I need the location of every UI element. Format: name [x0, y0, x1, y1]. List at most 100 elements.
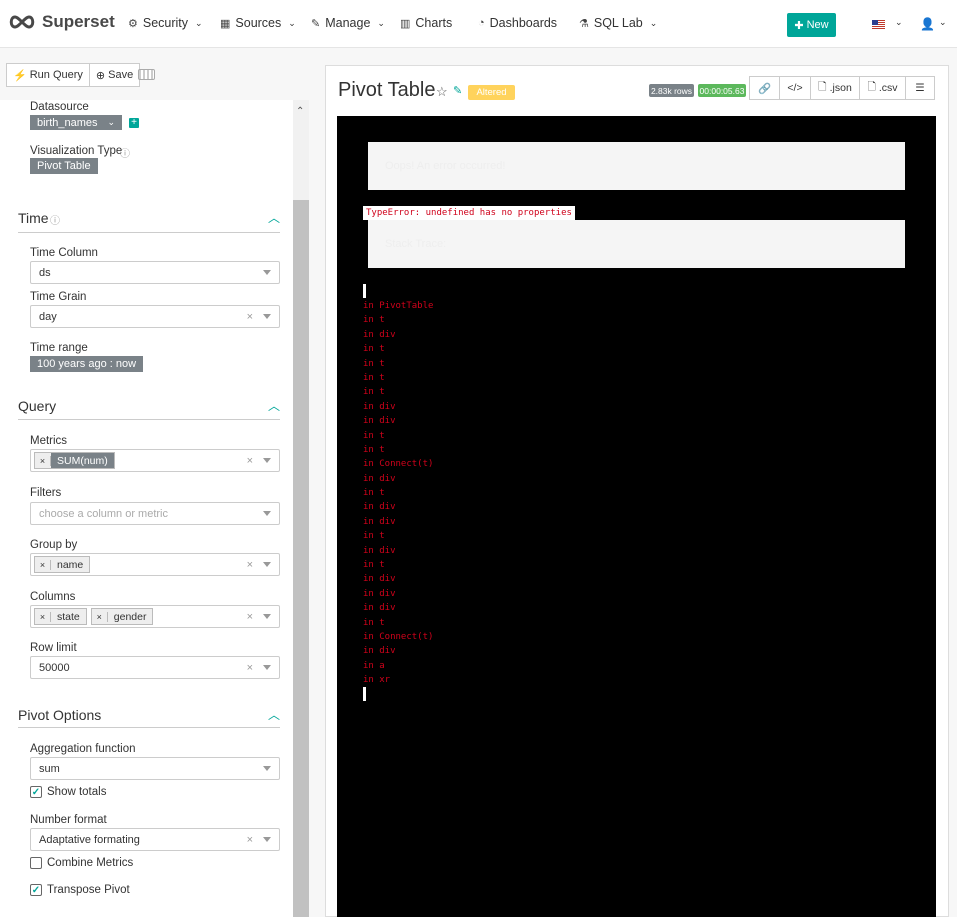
text-cursor [363, 284, 366, 298]
save-button[interactable]: ⊕ Save [88, 63, 141, 87]
columns-select[interactable]: × state × gender × [30, 605, 280, 628]
metric-chip[interactable]: × SUM(num) [34, 452, 115, 469]
show-totals-checkbox[interactable]: ✓ Show totals [30, 786, 106, 798]
transpose-pivot-label: Transpose Pivot [47, 884, 130, 896]
stack-trace-line: in div [363, 646, 396, 657]
stack-trace-line: in t [363, 344, 385, 355]
section-divider [18, 727, 280, 728]
collapse-pivot-icon[interactable]: ︿ [268, 706, 280, 723]
chart-actions: 🔗 </> 🗋 .json 🗋 .csv ☰ [749, 76, 935, 100]
chart-title[interactable]: Pivot Table [338, 79, 435, 102]
stack-trace-row: in t [363, 529, 433, 543]
export-json-label: .json [829, 82, 852, 94]
stack-trace-line: in t [363, 430, 385, 441]
filters-select[interactable]: choose a column or metric [30, 502, 280, 525]
clear-icon[interactable]: × [247, 834, 253, 846]
top-navbar: Superset ⚙ Security ⌄ ▦ Sources ⌄ ✎ Mana… [0, 0, 957, 48]
stack-trace-line: in div [363, 502, 396, 513]
export-csv-label: .csv [878, 82, 898, 94]
nav-security-menu[interactable]: ⚙ Security ⌄ [128, 16, 203, 30]
time-section-title[interactable]: Time [18, 210, 49, 226]
checkmark-icon[interactable]: ✓ [30, 884, 42, 896]
add-datasource-icon[interactable]: + [129, 118, 139, 128]
stack-trace-line: in a [363, 660, 385, 671]
stack-trace-row: in Connect(t) [363, 630, 433, 644]
time-grain-label: Time Grain [30, 291, 87, 303]
dashboard-icon: ◔ [478, 17, 485, 29]
checkbox-empty-icon[interactable] [30, 857, 42, 869]
chevron-down-icon: ⌄ [377, 17, 385, 28]
pivot-options-section-title[interactable]: Pivot Options [18, 707, 101, 723]
metrics-select[interactable]: × SUM(num) × [30, 449, 280, 472]
remove-chip-icon[interactable]: × [35, 611, 51, 622]
bolt-icon: ⚡ [13, 69, 27, 82]
scrollbar-thumb[interactable] [293, 200, 309, 917]
nav-charts-link[interactable]: ▥ Charts [400, 16, 452, 30]
export-json-button[interactable]: 🗋 .json [810, 76, 860, 100]
chevron-down-icon[interactable]: ⌄ [939, 17, 947, 28]
text-cursor [363, 687, 366, 701]
nav-dashboards-label: Dashboards [489, 16, 558, 30]
language-flag-icon[interactable] [872, 20, 885, 29]
run-query-button[interactable]: ⚡ Run Query [6, 63, 90, 87]
scroll-up-icon[interactable]: ⌃ [296, 106, 304, 117]
stack-trace-row: in t [363, 429, 433, 443]
transpose-pivot-checkbox[interactable]: ✓ Transpose Pivot [30, 884, 130, 896]
groupby-select[interactable]: × name × [30, 553, 280, 576]
time-range-value: 100 years ago : now [37, 358, 137, 370]
keyboard-icon[interactable] [138, 69, 155, 80]
nav-sqllab-menu[interactable]: ⚗ SQL Lab ⌄ [579, 16, 657, 30]
share-link-button[interactable]: 🔗 [749, 76, 780, 100]
stack-trace-line: in t [363, 444, 385, 455]
column-chip[interactable]: × state [34, 608, 87, 625]
groupby-chip[interactable]: × name [34, 556, 91, 573]
brand-logo-link[interactable]: Superset [8, 12, 115, 32]
time-grain-select[interactable]: day × [30, 305, 280, 328]
clear-icon[interactable]: × [247, 662, 253, 674]
chevron-down-icon[interactable]: ⌄ [895, 17, 903, 28]
stack-trace-line: in t [363, 560, 385, 571]
user-icon[interactable]: 👤 [920, 17, 935, 31]
more-options-button[interactable]: ☰ [905, 76, 935, 100]
column-chip[interactable]: × gender [90, 608, 154, 625]
stack-trace-row: in div [363, 515, 433, 529]
edit-icon[interactable]: ✎ [453, 84, 462, 97]
link-icon: 🔗 [757, 82, 772, 95]
time-column-select[interactable]: ds [30, 261, 280, 284]
embed-code-button[interactable]: </> [779, 76, 811, 100]
nav-sources-menu[interactable]: ▦ Sources ⌄ [220, 16, 296, 30]
clear-icon[interactable]: × [247, 311, 253, 323]
nav-manage-menu[interactable]: ✎ Manage ⌄ [311, 16, 385, 30]
stack-trace-row: in div [363, 644, 433, 658]
time-range-button[interactable]: 100 years ago : now [30, 356, 144, 372]
query-section-title[interactable]: Query [18, 398, 56, 414]
star-icon[interactable]: ☆ [436, 84, 448, 100]
aggregation-value: sum [39, 762, 60, 775]
combine-metrics-checkbox[interactable]: Combine Metrics [30, 857, 133, 869]
collapse-query-icon[interactable]: ︿ [268, 397, 280, 414]
number-format-label: Number format [30, 814, 107, 826]
number-format-select[interactable]: Adaptative formating × [30, 828, 280, 851]
checkmark-icon[interactable]: ✓ [30, 786, 42, 798]
nav-dashboards-link[interactable]: ◔ Dashboards [478, 16, 557, 30]
clear-icon[interactable]: × [247, 559, 253, 571]
row-limit-select[interactable]: 50000 × [30, 656, 280, 679]
clear-icon[interactable]: × [247, 611, 253, 623]
aggregation-select[interactable]: sum [30, 757, 280, 780]
collapse-time-icon[interactable]: ︿ [268, 209, 280, 226]
dropdown-arrow-icon [263, 665, 271, 670]
cogs-icon: ⚙ [128, 17, 138, 30]
export-csv-button[interactable]: 🗋 .csv [859, 76, 906, 100]
datasource-label: Datasource [30, 101, 89, 113]
stack-trace-line: in t [363, 358, 385, 369]
new-button[interactable]: ✚ New [787, 13, 836, 37]
show-totals-label: Show totals [47, 786, 107, 798]
aggregation-label: Aggregation function [30, 743, 136, 755]
viz-type-select[interactable]: Pivot Table [30, 158, 98, 174]
datasource-select[interactable]: birth_names ⌄ [30, 115, 123, 130]
remove-chip-icon[interactable]: × [35, 559, 51, 570]
remove-chip-icon[interactable]: × [92, 611, 108, 622]
remove-chip-icon[interactable]: × [35, 455, 51, 466]
altered-badge[interactable]: Altered [468, 85, 515, 100]
clear-icon[interactable]: × [247, 455, 253, 467]
